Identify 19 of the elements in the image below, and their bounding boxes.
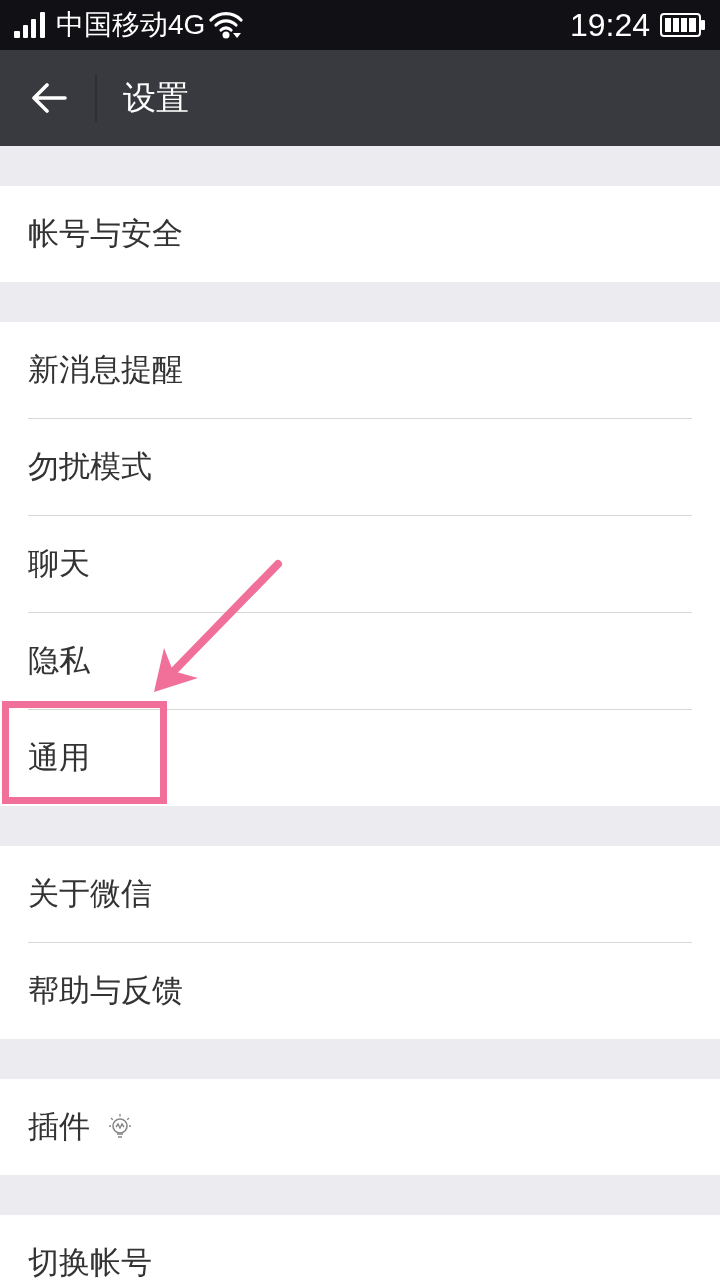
lightbulb-icon (108, 1113, 132, 1141)
settings-item[interactable]: 勿扰模式 (0, 419, 720, 515)
back-arrow-icon (31, 83, 67, 113)
signal-icon (14, 12, 46, 38)
back-button[interactable] (31, 83, 67, 113)
settings-item[interactable]: 帐号与安全 (0, 186, 720, 282)
page-title: 设置 (123, 78, 189, 118)
settings-item[interactable]: 插件 (0, 1079, 720, 1175)
settings-item[interactable]: 聊天 (0, 516, 720, 612)
wifi-icon (209, 11, 244, 39)
settings-item[interactable]: 关于微信 (0, 846, 720, 942)
clock-label: 19:24 (569, 9, 650, 41)
settings-item[interactable]: 通用 (0, 710, 720, 806)
settings-item[interactable]: 帮助与反馈 (0, 943, 720, 1039)
settings-item[interactable]: 隐私 (0, 613, 720, 709)
settings-item[interactable]: 新消息提醒 (0, 322, 720, 418)
battery-icon (660, 13, 706, 37)
carrier-label: 中国移动4G (56, 11, 206, 39)
settings-item[interactable]: 切换帐号 (0, 1215, 720, 1280)
